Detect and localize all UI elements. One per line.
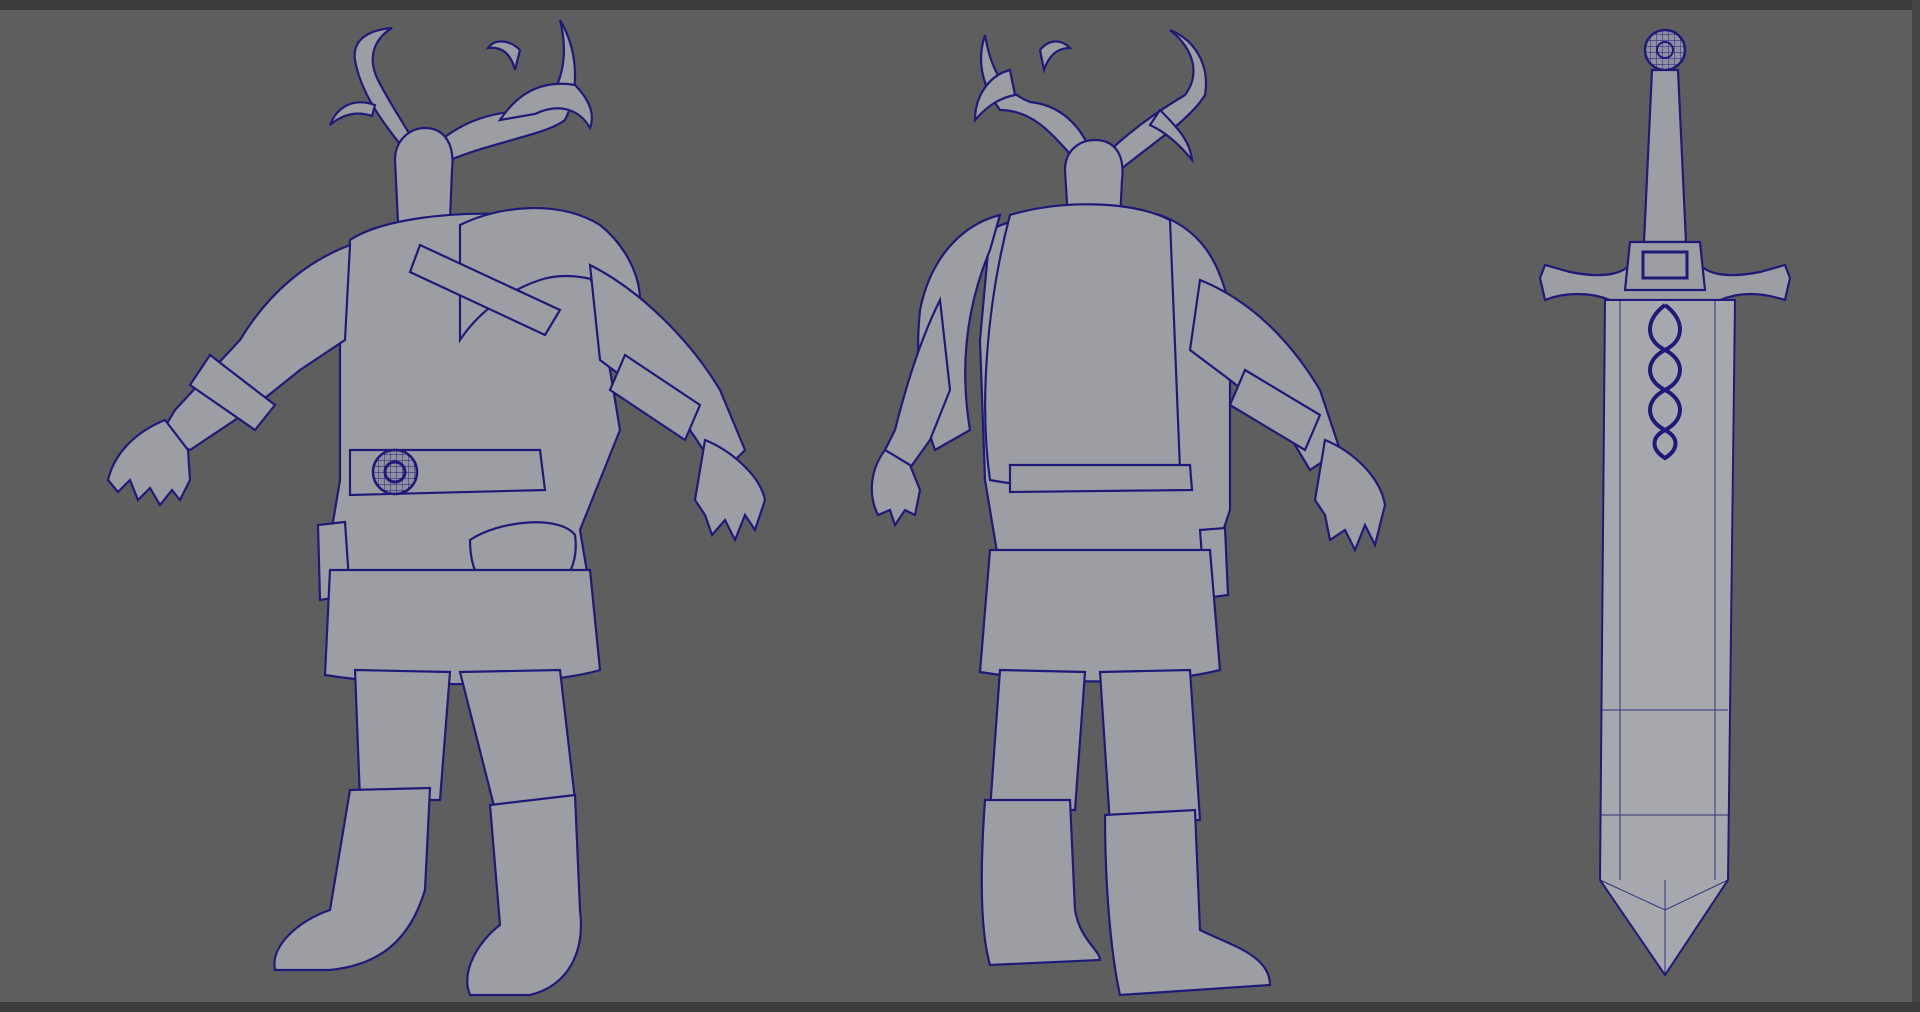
leg-right xyxy=(1098,668,1202,827)
sword-guard-center xyxy=(1623,240,1707,292)
viewport-scene xyxy=(106,19,1792,997)
coat-skirt xyxy=(978,548,1222,683)
antler-right-tine-2 xyxy=(485,40,522,71)
boot-right xyxy=(1103,808,1272,997)
coat-skirt xyxy=(323,568,602,686)
3d-viewport[interactable] xyxy=(0,0,1920,1012)
leg-left xyxy=(988,668,1087,812)
character-front-mesh[interactable] xyxy=(106,19,767,997)
antler-left-tine xyxy=(973,68,1017,123)
viewport-top-border xyxy=(0,0,1920,10)
sword-grip xyxy=(1642,68,1688,244)
sword-mesh[interactable] xyxy=(1538,28,1792,977)
belt xyxy=(1008,463,1194,494)
hand-right xyxy=(693,438,767,543)
antler-left-tine-2 xyxy=(1038,40,1073,75)
sword-pommel xyxy=(1643,28,1687,72)
antler-left xyxy=(353,26,414,152)
hand-right xyxy=(1313,438,1387,553)
arm-left xyxy=(878,296,952,477)
boot-left xyxy=(273,786,432,972)
viewport-right-border xyxy=(1912,0,1920,1012)
antler-left-tine xyxy=(328,101,377,126)
boot-left xyxy=(980,798,1102,967)
cape xyxy=(984,203,1182,488)
viewport-bottom-border xyxy=(0,1002,1920,1012)
leg-right xyxy=(458,668,577,812)
boot-right xyxy=(466,793,582,997)
leg-left xyxy=(353,668,452,802)
belt-buckle xyxy=(371,448,419,496)
character-back-mesh[interactable] xyxy=(870,28,1387,997)
